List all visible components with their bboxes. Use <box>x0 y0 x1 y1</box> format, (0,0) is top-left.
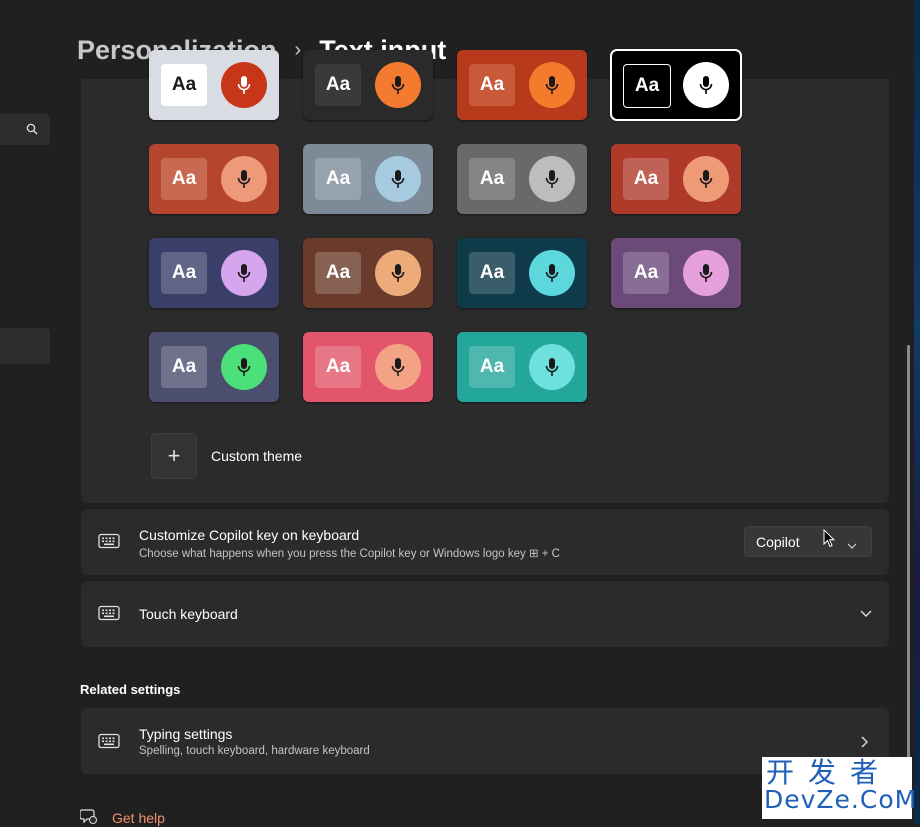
theme-sample-text: Aa <box>315 346 361 388</box>
theme-tile[interactable]: Aa <box>149 332 279 402</box>
theme-sample-text: Aa <box>315 252 361 294</box>
microphone-icon <box>375 344 421 390</box>
typing-settings-subtitle: Spelling, touch keyboard, hardware keybo… <box>139 745 370 757</box>
plus-icon: + <box>151 433 197 479</box>
theme-tile[interactable]: Aa <box>457 238 587 308</box>
theme-tile[interactable]: Aa <box>611 144 741 214</box>
microphone-icon <box>221 250 267 296</box>
theme-tile[interactable]: Aa <box>611 238 741 308</box>
chevron-right-icon <box>861 735 869 753</box>
copilot-key-dropdown[interactable]: Copilot <box>744 526 872 557</box>
microphone-icon <box>529 344 575 390</box>
theme-sample-text: Aa <box>161 346 207 388</box>
get-help-label: Get help <box>112 809 165 826</box>
search-icon <box>26 122 38 140</box>
watermark-top-text: 开发者 <box>766 756 893 789</box>
related-settings-heading: Related settings <box>80 682 181 697</box>
theme-sample-text: Aa <box>623 64 671 108</box>
chevron-down-icon[interactable] <box>860 605 872 623</box>
theme-tile[interactable]: Aa <box>303 50 433 120</box>
theme-sample-text: Aa <box>623 158 669 200</box>
theme-sample-text: Aa <box>623 252 669 294</box>
theme-tile[interactable]: Aa <box>149 144 279 214</box>
microphone-icon <box>221 156 267 202</box>
theme-tile[interactable]: Aa <box>303 238 433 308</box>
custom-theme-button[interactable]: + Custom theme <box>151 433 302 479</box>
theme-tile[interactable]: Aa <box>457 144 587 214</box>
copilot-setting-subtitle: Choose what happens when you press the C… <box>139 548 560 560</box>
theme-tile[interactable]: Aa <box>457 50 587 120</box>
theme-tile[interactable]: Aa <box>149 50 279 120</box>
theme-sample-text: Aa <box>315 158 361 200</box>
microphone-icon <box>529 156 575 202</box>
microphone-icon <box>375 62 421 108</box>
help-icon <box>79 808 98 827</box>
breadcrumb-separator-icon: › <box>294 38 302 61</box>
mouse-cursor-icon <box>823 528 836 553</box>
touch-keyboard-setting[interactable]: Touch keyboard <box>81 581 889 647</box>
theme-sample-text: Aa <box>469 346 515 388</box>
watermark-logo: 开发者 DevZe.CoM <box>762 756 918 819</box>
copilot-setting-title: Customize Copilot key on keyboard <box>139 527 360 543</box>
microphone-icon <box>221 62 267 108</box>
theme-tile[interactable]: Aa <box>149 238 279 308</box>
theme-tile[interactable]: Aa <box>303 332 433 402</box>
keyboard-icon <box>98 733 120 754</box>
custom-theme-label: Custom theme <box>211 448 303 464</box>
theme-tile[interactable]: Aa <box>610 49 742 121</box>
desktop-wallpaper-edge <box>914 0 920 824</box>
voice-typing-themes-card: Aa Aa Aa Aa Aa Aa Aa Aa Aa Aa Aa Aa Aa Aa Aa + Custom … <box>81 49 889 503</box>
get-help-link[interactable]: Get help <box>79 808 165 827</box>
copilot-dropdown-value: Copilot <box>756 533 800 550</box>
theme-sample-text: Aa <box>469 158 515 200</box>
microphone-icon <box>683 62 729 108</box>
typing-settings-title: Typing settings <box>139 726 233 742</box>
theme-sample-text: Aa <box>469 64 515 106</box>
microphone-icon <box>375 156 421 202</box>
touch-keyboard-title: Touch keyboard <box>139 606 238 622</box>
chevron-down-icon <box>847 537 857 553</box>
theme-sample-text: Aa <box>315 64 361 106</box>
theme-tile[interactable]: Aa <box>303 144 433 214</box>
microphone-icon <box>221 344 267 390</box>
watermark-bottom-text: DevZe.CoM <box>764 785 918 814</box>
theme-sample-text: Aa <box>161 252 207 294</box>
theme-tile[interactable]: Aa <box>457 332 587 402</box>
search-box[interactable] <box>0 114 50 145</box>
microphone-icon <box>375 250 421 296</box>
theme-sample-text: Aa <box>161 158 207 200</box>
theme-sample-text: Aa <box>161 64 207 106</box>
keyboard-icon <box>98 605 120 626</box>
copilot-key-setting: Customize Copilot key on keyboard Choose… <box>81 509 889 575</box>
microphone-icon <box>529 62 575 108</box>
scrollbar-thumb[interactable] <box>907 345 910 775</box>
microphone-icon <box>529 250 575 296</box>
sidebar-item-selected[interactable] <box>0 328 50 364</box>
theme-sample-text: Aa <box>469 252 515 294</box>
microphone-icon <box>683 156 729 202</box>
keyboard-icon <box>98 533 120 554</box>
microphone-icon <box>683 250 729 296</box>
